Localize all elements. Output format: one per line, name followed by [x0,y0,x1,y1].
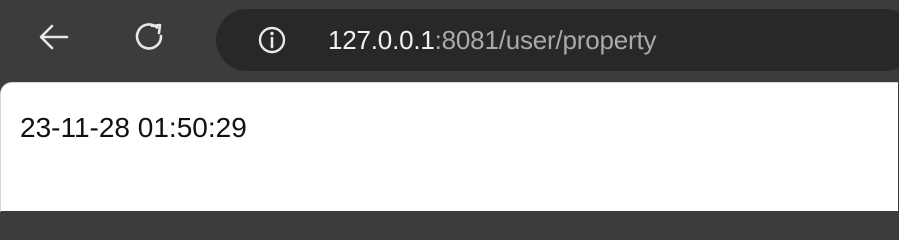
address-bar[interactable]: 127.0.0.1:8081/user/property [216,9,899,71]
url-path: :8081/user/property [434,25,657,55]
url-text[interactable]: 127.0.0.1:8081/user/property [328,22,657,58]
timestamp-text: 23-11-28 01:50:29 [20,112,247,143]
back-button[interactable] [34,17,74,57]
page-content: 23-11-28 01:50:29 [0,82,898,212]
info-icon [258,26,286,54]
site-info-button[interactable] [256,24,288,56]
back-arrow-icon [39,24,69,50]
url-host: 127.0.0.1 [328,25,435,55]
browser-window: 127.0.0.1:8081/user/property 23-11-28 01… [0,0,899,212]
browser-toolbar: 127.0.0.1:8081/user/property [0,0,899,82]
reload-button[interactable] [130,17,170,57]
reload-icon [135,23,163,50]
